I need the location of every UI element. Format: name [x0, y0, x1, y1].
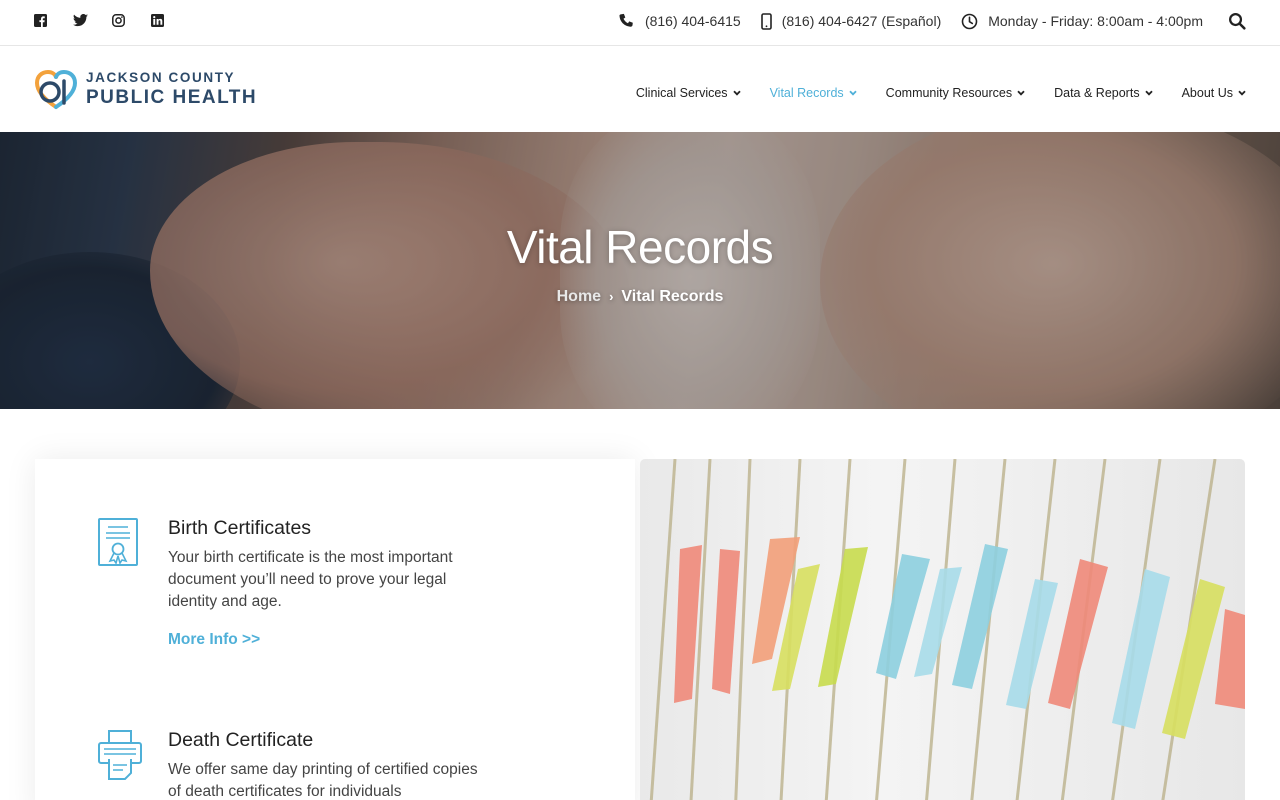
hero-banner: Vital Records Home › Vital Records	[0, 132, 1280, 409]
top-bar: (816) 404-6415 (816) 404-6427 (Español) …	[0, 0, 1280, 46]
service-title: Death Certificate	[168, 729, 314, 751]
nav-label: About Us	[1181, 86, 1233, 100]
mobile-phone-icon	[760, 12, 772, 30]
breadcrumb: Home › Vital Records	[0, 288, 1280, 306]
nav-data-reports[interactable]: Data & Reports	[1054, 86, 1153, 100]
breadcrumb-home-link[interactable]: Home	[557, 288, 601, 305]
phone-number: (816) 404-6415	[644, 13, 741, 29]
instagram-icon[interactable]	[112, 14, 126, 28]
office-hours: Monday - Friday: 8:00am - 4:00pm	[961, 13, 1203, 30]
service-description: We offer same day printing of certified …	[168, 761, 478, 800]
chevron-down-icon	[1017, 90, 1025, 96]
facebook-icon[interactable]	[34, 14, 48, 28]
social-links	[34, 14, 190, 28]
chevron-down-icon	[732, 90, 741, 96]
chevron-down-icon	[1144, 90, 1153, 96]
phone-icon	[619, 13, 633, 27]
printer-icon	[98, 730, 142, 780]
nav-vital-records[interactable]: Vital Records	[770, 86, 857, 100]
logo-mark-icon	[34, 69, 78, 109]
chevron-down-icon	[1238, 90, 1246, 96]
nav-label: Vital Records	[769, 86, 844, 100]
search-icon[interactable]	[1228, 12, 1246, 30]
page-title: Vital Records	[506, 221, 774, 273]
nav-community-resources[interactable]: Community Resources	[886, 86, 1025, 100]
nav-label: Community Resources	[885, 86, 1013, 100]
mobile-number: (816) 404-6427 (Español)	[781, 13, 942, 29]
nav-label: Data & Reports	[1054, 86, 1140, 100]
main-navigation: Clinical Services Vital Records Communit…	[607, 86, 1246, 100]
linkedin-icon[interactable]	[151, 14, 165, 28]
hours-text: Monday - Friday: 8:00am - 4:00pm	[988, 13, 1203, 29]
certificate-icon	[98, 518, 138, 566]
chevron-down-icon	[849, 90, 857, 96]
logo-line-2: PUBLIC HEALTH	[86, 86, 258, 108]
phone-contact[interactable]: (816) 404-6415	[618, 13, 741, 30]
files-photo	[640, 459, 1245, 800]
breadcrumb-current: Vital Records	[621, 288, 724, 305]
nav-about-us[interactable]: About Us	[1182, 86, 1246, 100]
mobile-contact[interactable]: (816) 404-6427 (Español)	[760, 12, 942, 30]
nav-clinical-services[interactable]: Clinical Services	[636, 86, 741, 100]
site-header: JACKSON COUNTY PUBLIC HEALTH Clinical Se…	[0, 46, 1280, 132]
nav-label: Clinical Services	[635, 86, 728, 100]
site-logo[interactable]: JACKSON COUNTY PUBLIC HEALTH	[34, 67, 257, 111]
contact-info: (816) 404-6415 (816) 404-6427 (Español) …	[618, 12, 1246, 30]
services-card: Birth Certificates Your birth certificat…	[35, 459, 635, 800]
logo-line-1: JACKSON COUNTY	[86, 70, 236, 86]
service-description: Your birth certificate is the most impor…	[168, 549, 453, 610]
more-info-link[interactable]: More Info >>	[168, 631, 260, 649]
files-photo-illustration	[649, 459, 1245, 800]
breadcrumb-separator: ›	[609, 289, 614, 304]
clock-icon	[961, 13, 978, 29]
service-title: Birth Certificates	[168, 517, 312, 539]
twitter-icon[interactable]	[73, 14, 88, 28]
